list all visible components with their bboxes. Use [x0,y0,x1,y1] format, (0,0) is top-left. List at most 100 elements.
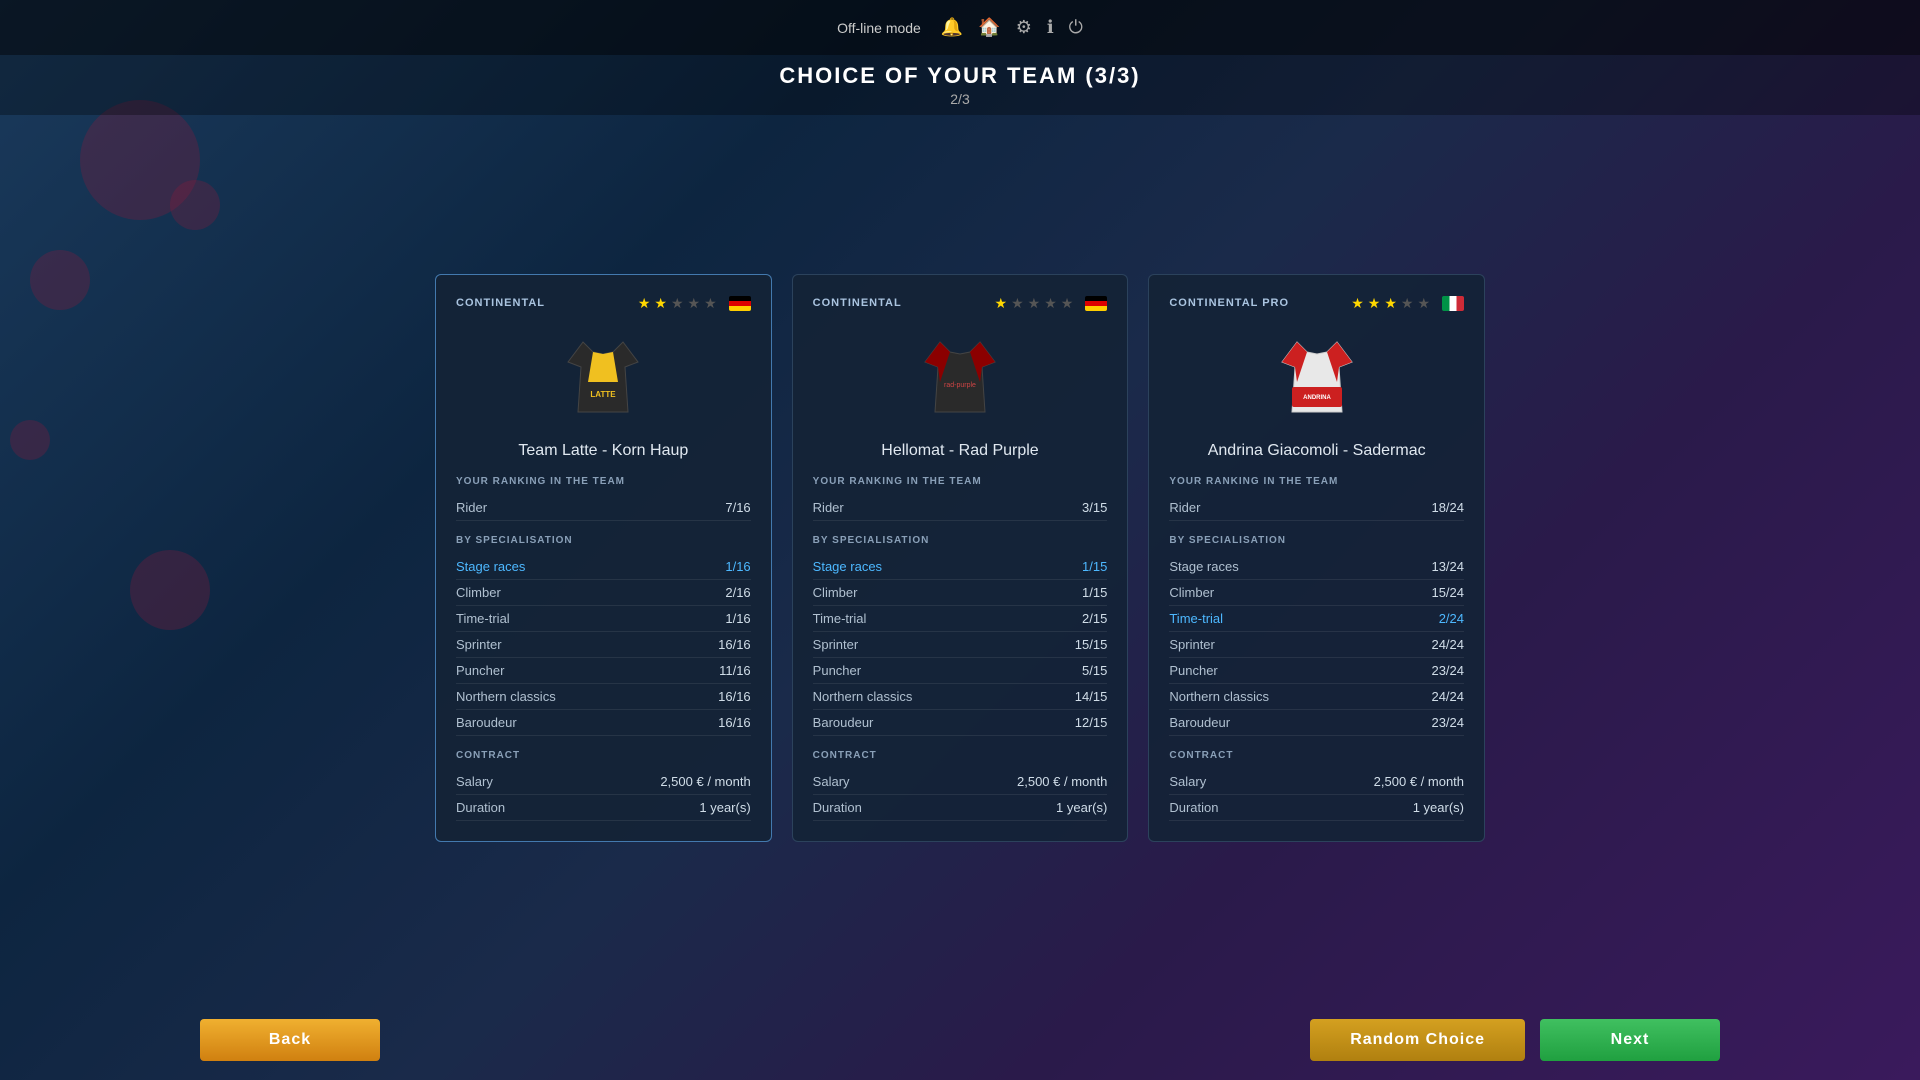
spec-name: Sprinter [813,637,859,652]
ranking-section-label: YOUR RANKING IN THE TEAM [456,476,751,487]
home-icon[interactable]: 🏠 [978,17,1000,38]
star-icon: ★ [1368,295,1381,312]
rider-value: 7/16 [725,500,750,515]
star-icon: ★ [1061,295,1074,312]
page-header: CHOICE OF YOUR TEAM (3/3) 2/3 [0,55,1920,115]
spec-value: 1/15 [1082,559,1107,574]
specialisation-row: Baroudeur 12/15 [813,710,1108,736]
specialisation-section-label: BY SPECIALISATION [1169,535,1464,546]
duration-label: Duration [1169,800,1218,815]
rider-label: Rider [456,500,487,515]
rider-ranking-row: Rider 7/16 [456,495,751,521]
stars-container: ★★★★★ [638,295,751,312]
spec-value: 12/15 [1075,715,1108,730]
settings-icon[interactable]: ⚙ [1016,17,1032,38]
spec-value: 1/15 [1082,585,1107,600]
spec-value: 16/16 [718,715,751,730]
duration-value: 1 year(s) [1056,800,1107,815]
specialisation-row: Climber 1/15 [813,580,1108,606]
star-icon: ★ [1044,295,1057,312]
specialisation-row: Sprinter 15/15 [813,632,1108,658]
specialisation-row: Baroudeur 23/24 [1169,710,1464,736]
team-name: Hellomat - Rad Purple [813,442,1108,460]
main-content: CONTINENTAL ★★★★★ LATTE Team Latte - Kor… [0,115,1920,1000]
team-card-1[interactable]: CONTINENTAL ★★★★★ LATTE Team Latte - Kor… [435,274,772,842]
specialisation-row: Northern classics 16/16 [456,684,751,710]
spec-name: Puncher [813,663,861,678]
duration-row: Duration 1 year(s) [1169,795,1464,821]
info-icon[interactable]: ℹ [1047,17,1054,38]
spec-value: 2/24 [1439,611,1464,626]
rider-ranking-row: Rider 3/15 [813,495,1108,521]
specialisation-section-label: BY SPECIALISATION [813,535,1108,546]
salary-label: Salary [1169,774,1206,789]
spec-name: Northern classics [456,689,556,704]
random-choice-button[interactable]: Random Choice [1310,1019,1525,1061]
spec-value: 11/16 [719,663,751,678]
salary-row: Salary 2,500 € / month [456,769,751,795]
contract-section-label: CONTRACT [813,750,1108,761]
spec-name: Puncher [1169,663,1217,678]
star-icon: ★ [1384,295,1397,312]
bottom-bar: Back Random Choice Next [0,1000,1920,1080]
salary-value: 2,500 € / month [660,774,750,789]
specialisation-row: Puncher 23/24 [1169,658,1464,684]
contract-section-label: CONTRACT [1169,750,1464,761]
star-icon: ★ [1028,295,1041,312]
specialisation-row: Puncher 11/16 [456,658,751,684]
star-icon: ★ [1351,295,1364,312]
spec-name: Time-trial [456,611,510,626]
card-header: CONTINENTAL PRO ★★★★★ [1169,295,1464,312]
spec-name: Stage races [813,559,882,574]
bell-icon[interactable]: 🔔 [941,17,963,38]
star-icon: ★ [1401,295,1414,312]
duration-row: Duration 1 year(s) [456,795,751,821]
power-icon[interactable]: ⏻ [1069,17,1083,38]
team-card-3[interactable]: CONTINENTAL PRO ★★★★★ ANDRINA Andrina Gi… [1148,274,1485,842]
specialisation-row: Northern classics 14/15 [813,684,1108,710]
jersey-container: ANDRINA [1169,327,1464,427]
spec-value: 13/24 [1431,559,1464,574]
spec-value: 24/24 [1431,689,1464,704]
team-name: Team Latte - Korn Haup [456,442,751,460]
spec-value: 23/24 [1431,715,1464,730]
jersey-container: rad-purple [813,327,1108,427]
spec-value: 5/15 [1082,663,1107,678]
tier-label: CONTINENTAL [813,297,902,309]
specialisation-section-label: BY SPECIALISATION [456,535,751,546]
flag-de [729,296,751,311]
next-button[interactable]: Next [1540,1019,1720,1061]
spec-name: Climber [813,585,858,600]
salary-label: Salary [813,774,850,789]
contract-section-label: CONTRACT [456,750,751,761]
spec-name: Stage races [456,559,525,574]
specialisation-row: Climber 2/16 [456,580,751,606]
rider-ranking-row: Rider 18/24 [1169,495,1464,521]
duration-value: 1 year(s) [1413,800,1464,815]
specialisation-row: Northern classics 24/24 [1169,684,1464,710]
specialisation-row: Time-trial 2/24 [1169,606,1464,632]
contract-section: CONTRACT Salary 2,500 € / month Duration… [1169,750,1464,821]
tier-label: CONTINENTAL [456,297,545,309]
back-button[interactable]: Back [200,1019,380,1061]
duration-label: Duration [456,800,505,815]
specialisation-row: Sprinter 16/16 [456,632,751,658]
spec-name: Northern classics [813,689,913,704]
svg-text:rad-purple: rad-purple [944,382,976,389]
star-icon: ★ [995,295,1008,312]
spec-value: 16/16 [718,637,751,652]
spec-name: Puncher [456,663,504,678]
cards-container: CONTINENTAL ★★★★★ LATTE Team Latte - Kor… [435,274,1485,842]
top-bar: Off-line mode 🔔 🏠 ⚙ ℹ ⏻ [0,0,1920,55]
contract-section: CONTRACT Salary 2,500 € / month Duration… [813,750,1108,821]
spec-name: Baroudeur [1169,715,1230,730]
salary-row: Salary 2,500 € / month [813,769,1108,795]
team-card-2[interactable]: CONTINENTAL ★★★★★ rad-purple Hellomat - … [792,274,1129,842]
page-title: CHOICE OF YOUR TEAM (3/3) [779,63,1140,89]
flag-it [1442,296,1464,311]
ranking-section-label: YOUR RANKING IN THE TEAM [813,476,1108,487]
duration-row: Duration 1 year(s) [813,795,1108,821]
star-icon: ★ [704,295,717,312]
specialisation-row: Baroudeur 16/16 [456,710,751,736]
spec-name: Stage races [1169,559,1238,574]
